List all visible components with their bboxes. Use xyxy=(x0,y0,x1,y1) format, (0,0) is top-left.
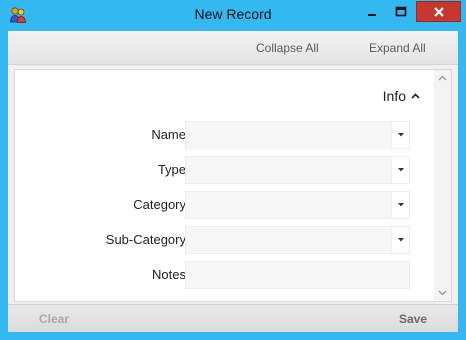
clear-button[interactable]: Clear xyxy=(39,312,69,326)
name-dropdown-button[interactable] xyxy=(391,122,409,148)
form-panel: Info Name Type Category Sub-Category Not… xyxy=(14,69,452,302)
window-client-area: Collapse All Expand All Info Name Type C… xyxy=(8,31,458,332)
dropdown-arrow-icon xyxy=(397,203,404,207)
sub-category-dropdown-button[interactable] xyxy=(391,227,409,253)
action-bar: Clear Save xyxy=(8,304,458,332)
toolbar: Collapse All Expand All xyxy=(8,31,458,65)
expand-all-button[interactable]: Expand All xyxy=(369,41,426,55)
sub-category-label: Sub-Category xyxy=(105,232,186,247)
save-button[interactable]: Save xyxy=(399,312,427,326)
category-combobox[interactable] xyxy=(185,191,410,219)
close-icon xyxy=(433,6,444,17)
new-record-window: New Record Collapse All Expand All Info … xyxy=(0,0,466,340)
category-label: Category xyxy=(133,197,186,212)
type-combobox[interactable] xyxy=(185,156,410,184)
collapse-all-button[interactable]: Collapse All xyxy=(256,41,319,55)
sub-category-combobox[interactable] xyxy=(185,226,410,254)
chevron-up-icon xyxy=(411,93,420,99)
notes-input[interactable] xyxy=(185,261,410,289)
category-dropdown-button[interactable] xyxy=(391,192,409,218)
scroll-up-icon[interactable] xyxy=(438,74,447,83)
section-title: Info xyxy=(382,88,406,104)
title-bar[interactable]: New Record xyxy=(0,0,466,31)
maximize-icon xyxy=(395,6,407,16)
name-label: Name xyxy=(151,127,186,142)
maximize-button[interactable] xyxy=(386,1,416,22)
vertical-scrollbar[interactable] xyxy=(434,70,451,301)
type-label: Type xyxy=(157,162,186,177)
info-section-header[interactable]: Info xyxy=(383,88,420,104)
minimize-icon xyxy=(368,13,376,16)
dropdown-arrow-icon xyxy=(397,238,404,242)
scroll-down-icon[interactable] xyxy=(438,288,447,297)
notes-label: Notes xyxy=(152,267,186,282)
dropdown-arrow-icon xyxy=(397,168,404,172)
type-dropdown-button[interactable] xyxy=(391,157,409,183)
form-scroll-area: Info Name Type Category Sub-Category Not… xyxy=(15,70,434,301)
minimize-button[interactable] xyxy=(357,1,387,22)
close-button[interactable] xyxy=(416,1,461,22)
dropdown-arrow-icon xyxy=(397,133,404,137)
name-combobox[interactable] xyxy=(185,121,410,149)
